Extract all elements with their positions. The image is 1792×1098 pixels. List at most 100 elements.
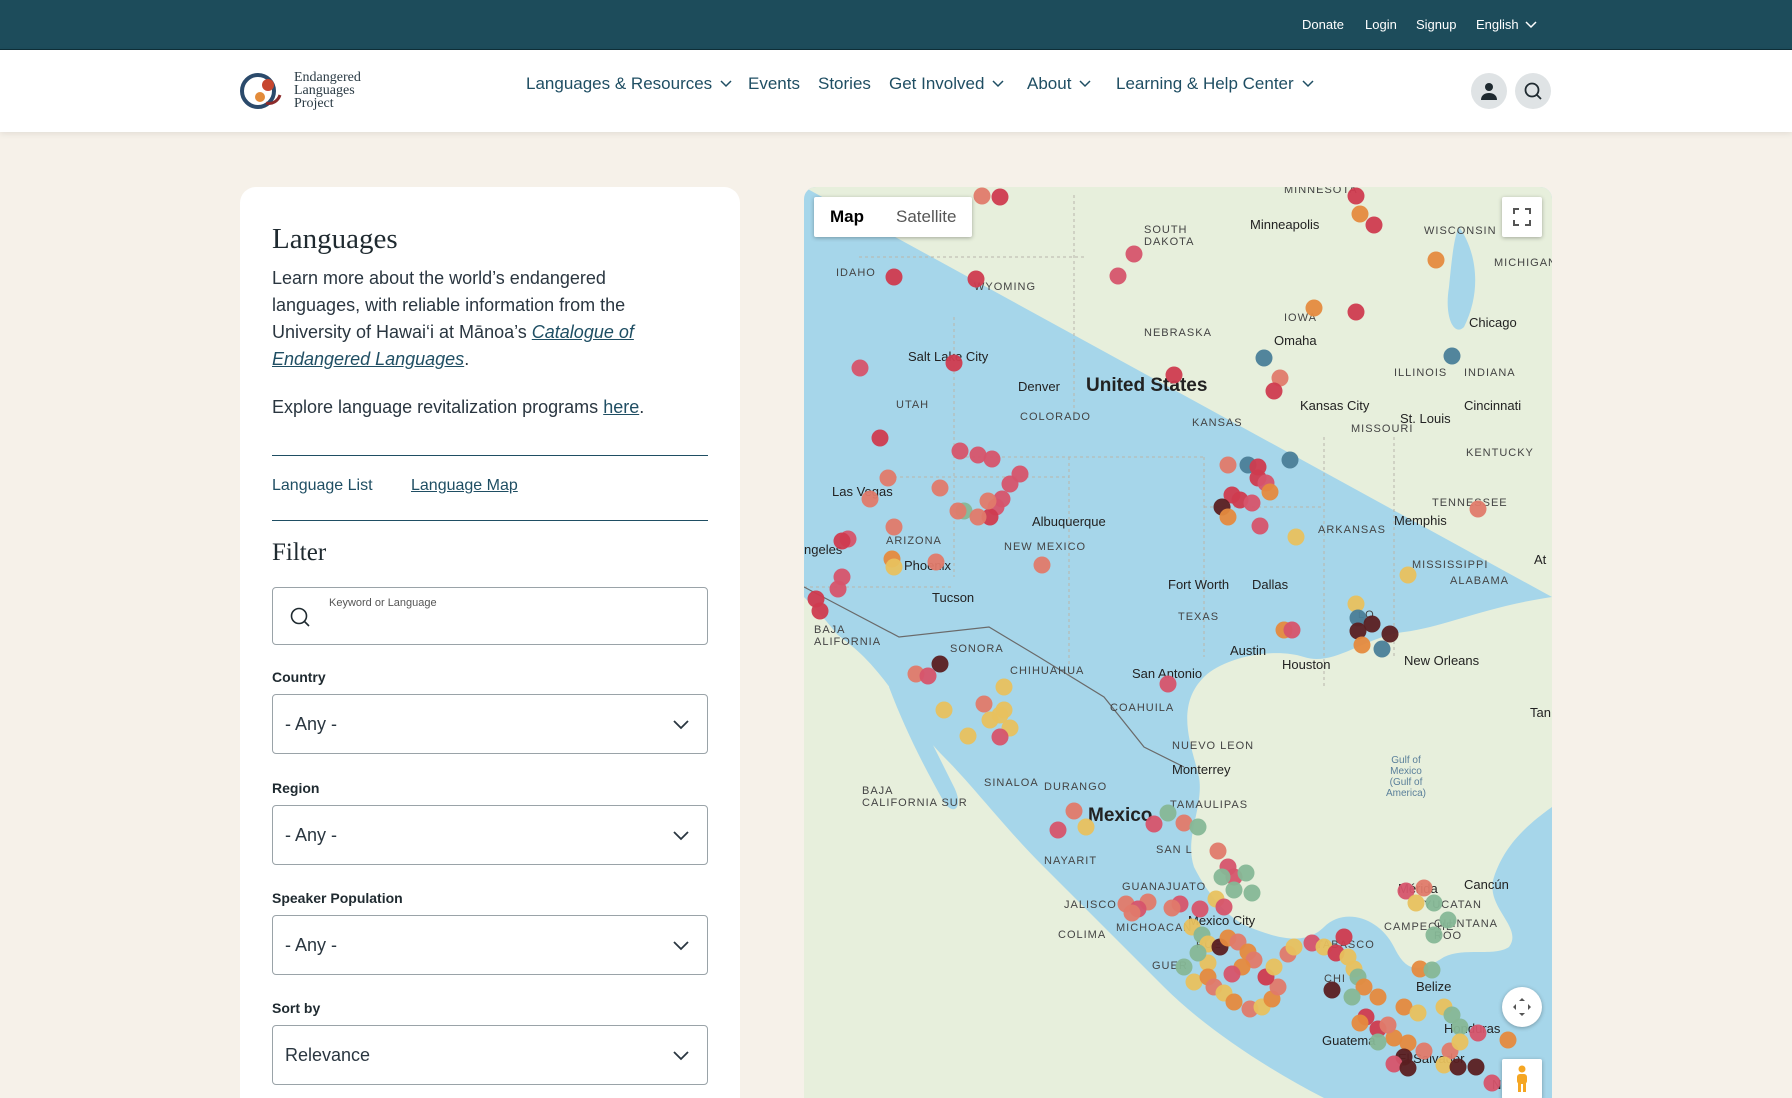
- nav-languages-resources[interactable]: Languages & Resources: [526, 74, 732, 94]
- language-selector[interactable]: English: [1476, 17, 1537, 32]
- language-marker[interactable]: [1215, 898, 1233, 916]
- language-marker[interactable]: [975, 695, 993, 713]
- revitalization-link[interactable]: here: [603, 397, 639, 417]
- language-marker[interactable]: [945, 354, 963, 372]
- language-marker[interactable]: [1399, 566, 1417, 584]
- language-marker[interactable]: [1469, 1024, 1487, 1042]
- language-marker[interactable]: [1219, 456, 1237, 474]
- speaker-population-select[interactable]: - Any -: [272, 915, 708, 975]
- language-marker[interactable]: [995, 678, 1013, 696]
- language-marker[interactable]: [1343, 988, 1361, 1006]
- language-marker[interactable]: [1049, 821, 1067, 839]
- nav-learning-help[interactable]: Learning & Help Center: [1116, 74, 1314, 94]
- language-marker[interactable]: [1483, 1074, 1501, 1092]
- language-marker[interactable]: [1427, 251, 1445, 269]
- donate-link[interactable]: Donate: [1302, 17, 1344, 32]
- language-marker[interactable]: [1159, 675, 1177, 693]
- language-marker[interactable]: [927, 553, 945, 571]
- language-marker[interactable]: [1109, 267, 1127, 285]
- language-marker[interactable]: [1443, 347, 1461, 365]
- language-marker[interactable]: [1077, 818, 1095, 836]
- language-marker[interactable]: [1347, 187, 1365, 205]
- map-pan-control[interactable]: [1502, 987, 1542, 1027]
- region-select[interactable]: - Any -: [272, 805, 708, 865]
- street-view-button[interactable]: [1502, 1059, 1542, 1098]
- language-marker[interactable]: [1449, 1058, 1467, 1076]
- tab-language-map[interactable]: Language Map: [411, 477, 518, 495]
- keyword-search-field[interactable]: Keyword or Language: [272, 587, 708, 645]
- fullscreen-button[interactable]: [1502, 197, 1542, 237]
- language-marker[interactable]: [919, 667, 937, 685]
- language-marker[interactable]: [1145, 815, 1163, 833]
- language-map[interactable]: MINNESOTA SOUTH DAKOTA Minneapolis WISCONSI…: [804, 187, 1552, 1098]
- nav-events[interactable]: Events: [748, 74, 800, 94]
- language-marker[interactable]: [1223, 965, 1241, 983]
- language-marker[interactable]: [829, 580, 847, 598]
- language-marker[interactable]: [969, 508, 987, 526]
- language-marker[interactable]: [931, 479, 949, 497]
- language-marker[interactable]: [1285, 938, 1303, 956]
- language-marker[interactable]: [1287, 528, 1305, 546]
- map-type-satellite[interactable]: Satellite: [880, 197, 972, 237]
- site-logo[interactable]: Endangered Languages Project: [238, 66, 378, 114]
- language-marker[interactable]: [1189, 818, 1207, 836]
- language-marker[interactable]: [885, 268, 903, 286]
- country-select[interactable]: - Any -: [272, 694, 708, 754]
- language-marker[interactable]: [1415, 879, 1433, 897]
- language-marker[interactable]: [885, 558, 903, 576]
- language-marker[interactable]: [951, 442, 969, 460]
- language-marker[interactable]: [1125, 245, 1143, 263]
- language-marker[interactable]: [935, 701, 953, 719]
- language-marker[interactable]: [1425, 894, 1443, 912]
- language-marker[interactable]: [1415, 1042, 1433, 1060]
- language-marker[interactable]: [1265, 958, 1283, 976]
- language-marker[interactable]: [1423, 961, 1441, 979]
- language-marker[interactable]: [1159, 804, 1177, 822]
- language-marker[interactable]: [1261, 483, 1279, 501]
- language-marker[interactable]: [1439, 911, 1457, 929]
- nav-about[interactable]: About: [1027, 74, 1091, 94]
- language-marker[interactable]: [959, 727, 977, 745]
- language-marker[interactable]: [1189, 944, 1207, 962]
- map-type-map[interactable]: Map: [814, 197, 880, 237]
- tab-language-list[interactable]: Language List: [272, 477, 373, 495]
- language-marker[interactable]: [1251, 517, 1269, 535]
- language-marker[interactable]: [1347, 303, 1365, 321]
- language-marker[interactable]: [983, 450, 1001, 468]
- language-marker[interactable]: [1243, 884, 1261, 902]
- language-marker[interactable]: [1123, 904, 1141, 922]
- language-marker[interactable]: [991, 728, 1009, 746]
- language-marker[interactable]: [1281, 451, 1299, 469]
- language-marker[interactable]: [1409, 1004, 1427, 1022]
- language-marker[interactable]: [1335, 928, 1353, 946]
- language-marker[interactable]: [1399, 1059, 1417, 1077]
- language-marker[interactable]: [979, 492, 997, 510]
- language-marker[interactable]: [1379, 1016, 1397, 1034]
- language-marker[interactable]: [931, 655, 949, 673]
- language-marker[interactable]: [1353, 636, 1371, 654]
- language-marker[interactable]: [949, 502, 967, 520]
- language-marker[interactable]: [885, 518, 903, 536]
- language-marker[interactable]: [1265, 382, 1283, 400]
- language-marker[interactable]: [1065, 802, 1083, 820]
- language-marker[interactable]: [1219, 508, 1237, 526]
- language-marker[interactable]: [1467, 1058, 1485, 1076]
- nav-stories[interactable]: Stories: [818, 74, 871, 94]
- login-link[interactable]: Login: [1365, 17, 1397, 32]
- language-marker[interactable]: [871, 429, 889, 447]
- signup-link[interactable]: Signup: [1416, 17, 1456, 32]
- language-marker[interactable]: [1163, 899, 1181, 917]
- language-marker[interactable]: [811, 602, 829, 620]
- language-marker[interactable]: [1213, 868, 1231, 886]
- language-marker[interactable]: [1369, 988, 1387, 1006]
- language-marker[interactable]: [1381, 625, 1399, 643]
- language-marker[interactable]: [1425, 926, 1443, 944]
- language-marker[interactable]: [1243, 494, 1261, 512]
- language-marker[interactable]: [1469, 500, 1487, 518]
- map-type-toggle[interactable]: Map Satellite: [814, 197, 973, 237]
- language-marker[interactable]: [1283, 621, 1301, 639]
- language-marker[interactable]: [1225, 993, 1243, 1011]
- language-marker[interactable]: [981, 711, 999, 729]
- language-marker[interactable]: [1451, 1018, 1469, 1036]
- language-marker[interactable]: [1225, 881, 1243, 899]
